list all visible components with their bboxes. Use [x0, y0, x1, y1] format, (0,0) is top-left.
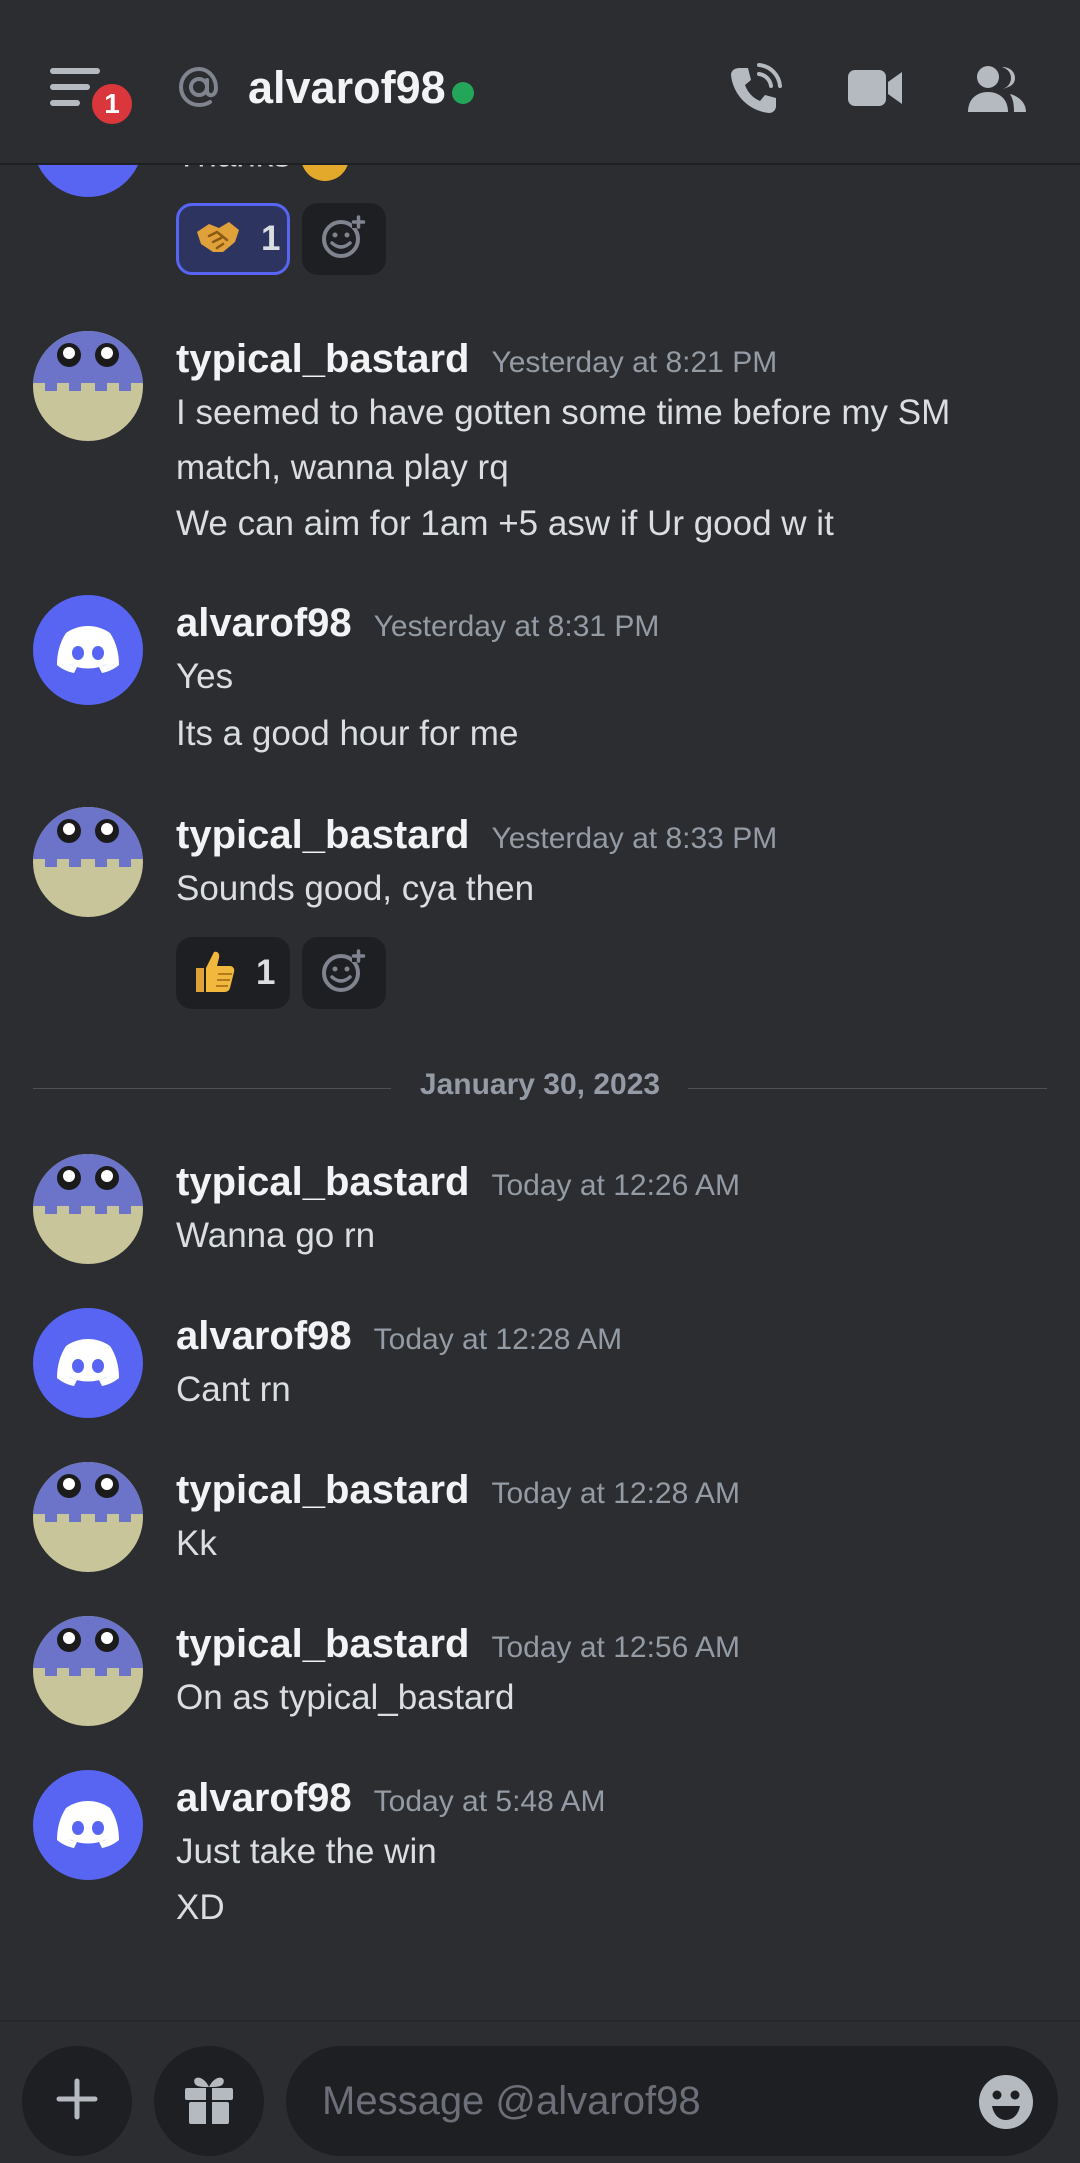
message-composer: Message @alvarof98: [0, 2020, 1080, 2163]
message-header: alvarof98 Yesterday at 8:31 PM: [176, 601, 659, 646]
message-line: Sounds good, cya then: [176, 869, 535, 908]
message-line: Yes: [176, 657, 234, 696]
username[interactable]: alvarof98: [176, 1776, 352, 1820]
notification-badge: 1: [86, 78, 138, 130]
username[interactable]: typical_bastard: [176, 1622, 469, 1666]
message-header: alvarof98 Today at 12:28 AM: [176, 1314, 622, 1359]
reaction-thumbs-up[interactable]: 1: [176, 937, 290, 1009]
message-line: I seemed to have gotten some time before…: [176, 393, 951, 432]
message-line: We can aim for 1am +5 asw if Ur good w i…: [176, 504, 834, 543]
message-input[interactable]: Message @alvarof98: [286, 2046, 1058, 2156]
username[interactable]: typical_bastard: [176, 1160, 469, 1204]
reaction-count: 1: [256, 953, 276, 992]
message-header: typical_bastard Yesterday at 8:21 PM: [176, 337, 777, 382]
message-input-placeholder: Message @alvarof98: [322, 2079, 701, 2123]
add-reaction-icon: [321, 212, 367, 264]
avatar[interactable]: [33, 595, 143, 705]
username[interactable]: alvarof98: [176, 601, 352, 645]
at-sign-icon: [176, 64, 222, 115]
timestamp: Today at 12:26 AM: [491, 1169, 740, 1202]
add-reaction-button[interactable]: [302, 937, 386, 1009]
reaction-handshake[interactable]: 1: [176, 203, 290, 275]
message-line: XD: [176, 1888, 225, 1927]
username[interactable]: typical_bastard: [176, 813, 469, 857]
phone-call-icon[interactable]: [726, 62, 782, 123]
handshake-icon: [195, 218, 241, 261]
avatar[interactable]: [33, 1308, 143, 1418]
avatar[interactable]: [33, 1154, 143, 1264]
members-icon[interactable]: [966, 64, 1028, 119]
channel-header: 1 alvarof98: [0, 0, 1080, 165]
message-line: match, wanna play rq: [176, 448, 509, 487]
plus-icon: [55, 2077, 99, 2126]
message-header: alvarof98 Today at 5:48 AM: [176, 1776, 605, 1821]
message-header: typical_bastard Yesterday at 8:33 PM: [176, 813, 777, 858]
thumbs-up-icon: [192, 948, 236, 999]
message-line: Kk: [176, 1524, 217, 1563]
message-line: Its a good hour for me: [176, 714, 519, 753]
message-list[interactable]: Thanks 1 typical_bastard Yesterday at 8:2…: [0, 165, 1080, 2020]
timestamp: Yesterday at 8:33 PM: [491, 822, 778, 855]
message-header: typical_bastard Today at 12:56 AM: [176, 1622, 740, 1667]
gift-icon: [181, 2072, 237, 2131]
avatar[interactable]: [33, 1770, 143, 1880]
message-header: typical_bastard Today at 12:26 AM: [176, 1160, 740, 1205]
timestamp: Today at 5:48 AM: [373, 1785, 606, 1818]
date-divider: January 30, 2023: [33, 1068, 1047, 1108]
message-line: Wanna go rn: [176, 1216, 376, 1255]
avatar[interactable]: [33, 807, 143, 917]
timestamp: Yesterday at 8:31 PM: [373, 610, 660, 643]
avatar[interactable]: [33, 1462, 143, 1572]
add-reaction-icon: [321, 946, 367, 998]
avatar[interactable]: [33, 331, 143, 441]
message-line: Just take the win: [176, 1832, 437, 1871]
message-line: Cant rn: [176, 1370, 291, 1409]
add-reaction-button[interactable]: [302, 203, 386, 275]
video-camera-icon[interactable]: [846, 66, 906, 115]
username[interactable]: typical_bastard: [176, 337, 469, 381]
reaction-count: 1: [261, 219, 281, 258]
message-line: On as typical_bastard: [176, 1678, 515, 1717]
emoji-icon[interactable]: [978, 2074, 1034, 2135]
timestamp: Today at 12:28 AM: [373, 1323, 623, 1356]
gift-button[interactable]: [154, 2046, 264, 2156]
avatar[interactable]: [33, 165, 143, 197]
timestamp: Today at 12:28 AM: [491, 1477, 740, 1510]
date-divider-label: January 30, 2023: [419, 1068, 661, 1101]
message-line-partial: Thanks: [176, 165, 349, 181]
dm-title: alvarof98: [248, 62, 446, 113]
avatar[interactable]: [33, 1616, 143, 1726]
timestamp: Yesterday at 8:21 PM: [491, 346, 778, 379]
message-header: typical_bastard Today at 12:28 AM: [176, 1468, 740, 1513]
username[interactable]: alvarof98: [176, 1314, 352, 1358]
timestamp: Today at 12:56 AM: [491, 1631, 740, 1664]
username[interactable]: typical_bastard: [176, 1468, 469, 1512]
attach-button[interactable]: [22, 2046, 132, 2156]
online-status-indicator: [452, 82, 474, 104]
smile-emoji-icon: [300, 165, 349, 181]
